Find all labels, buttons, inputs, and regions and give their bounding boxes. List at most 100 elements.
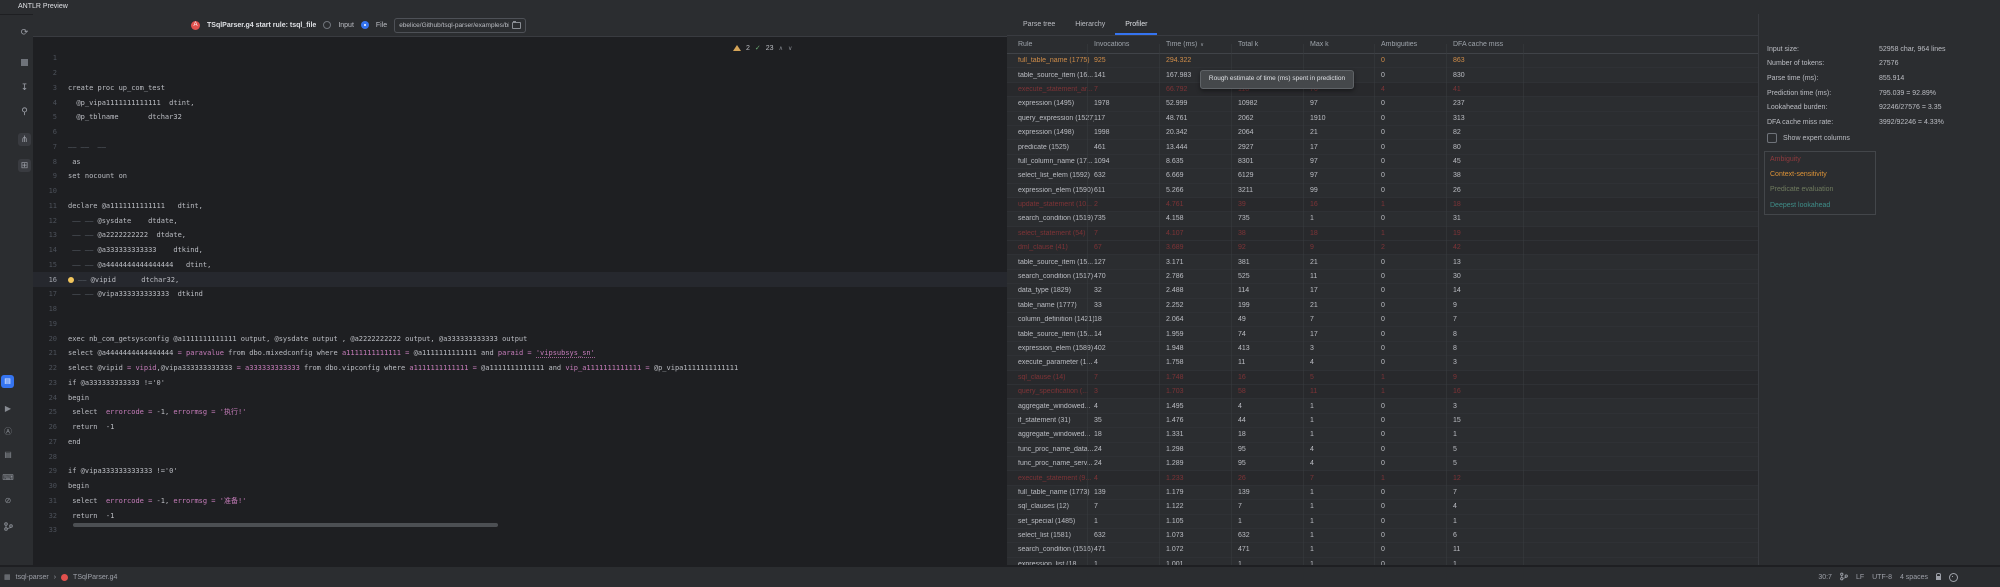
- hierarchy-toggle-icon[interactable]: ⋔: [18, 133, 31, 146]
- editor-line[interactable]: 26 return -1: [33, 420, 1007, 435]
- line-content[interactable]: —— —— @a4444444444444444 dtint,: [61, 261, 211, 269]
- profiler-row[interactable]: select_list_elem (1592)6326.669612997038: [1007, 169, 1758, 183]
- column-header-invocations[interactable]: Invocations: [1094, 41, 1166, 48]
- scroll-to-source-icon[interactable]: ↧: [18, 81, 31, 94]
- profiler-row[interactable]: select_statement (54)74.1073818119: [1007, 227, 1758, 241]
- profiler-row[interactable]: table_name (1777)332.2521992109: [1007, 299, 1758, 313]
- editor-line[interactable]: 23if @a333333333333 !='0': [33, 376, 1007, 391]
- profiler-row[interactable]: expression_list (18...11.0011101: [1007, 558, 1758, 565]
- file-radio[interactable]: [361, 21, 369, 29]
- folder-icon[interactable]: [512, 22, 521, 29]
- line-content[interactable]: select errorcode = -1, errormsg = '准备!': [61, 496, 246, 506]
- show-expert-columns-row[interactable]: Show expert columns: [1767, 133, 1850, 143]
- line-content[interactable]: —— @vipid dtchar32,: [61, 276, 179, 284]
- line-content[interactable]: if @a333333333333 !='0': [61, 379, 165, 387]
- editor-line[interactable]: 1: [33, 51, 1007, 66]
- profiler-row[interactable]: aggregate_windowed...181.33118101: [1007, 428, 1758, 442]
- line-content[interactable]: begin: [61, 394, 89, 402]
- problems-icon[interactable]: ⊘: [0, 495, 16, 507]
- column-header-dfa-cache-miss[interactable]: DFA cache miss: [1453, 41, 1758, 48]
- terminal-icon[interactable]: ⌨: [0, 472, 16, 484]
- editor-line[interactable]: 4 @p_vipa1111111111111 dtint,: [33, 95, 1007, 110]
- line-content[interactable]: exec nb_com_getsysconfig @a1111111111111…: [61, 335, 527, 343]
- profiler-row[interactable]: if_statement (31)351.476441015: [1007, 414, 1758, 428]
- lock-icon[interactable]: [1936, 576, 1941, 580]
- line-content[interactable]: end: [61, 438, 81, 446]
- line-content[interactable]: create proc up_com_test: [61, 84, 165, 92]
- profiler-row[interactable]: table_source_item (16...141167.9830830: [1007, 68, 1758, 82]
- input-radio[interactable]: [323, 21, 331, 29]
- profiler-row[interactable]: full_column_name (17...10948.63583019704…: [1007, 155, 1758, 169]
- line-content[interactable]: —— —— ——: [61, 143, 106, 151]
- editor-line[interactable]: 30begin: [33, 479, 1007, 494]
- caret-position[interactable]: 30:7: [1818, 574, 1832, 581]
- profiler-row[interactable]: execute_parameter (1...41.75811403: [1007, 356, 1758, 370]
- profiler-row[interactable]: func_proc_name_data...241.29895405: [1007, 443, 1758, 457]
- editor-line[interactable]: 27end: [33, 435, 1007, 450]
- profiler-row[interactable]: expression (1498)199820.342206421082: [1007, 126, 1758, 140]
- refresh-icon[interactable]: ⟳: [18, 26, 31, 39]
- line-content[interactable]: @p_tblname dtchar32: [61, 113, 182, 121]
- profiler-row[interactable]: full_table_name (1773)1391.179139107: [1007, 486, 1758, 500]
- structure-toggle-icon[interactable]: ⊞: [18, 159, 31, 172]
- zoom-icon[interactable]: ⚲: [18, 105, 31, 118]
- editor-line[interactable]: 24begin: [33, 390, 1007, 405]
- editor-line[interactable]: 25 select errorcode = -1, errormsg = '执行…: [33, 405, 1007, 420]
- indent-indicator[interactable]: 4 spaces: [1900, 574, 1928, 581]
- editor-line[interactable]: 7—— —— ——: [33, 140, 1007, 155]
- line-content[interactable]: @p_vipa1111111111111 dtint,: [61, 99, 194, 107]
- file-path-value[interactable]: ebelice/Github/tsql-parser/examples/big.…: [399, 22, 509, 29]
- intention-bulb-icon[interactable]: [68, 277, 74, 283]
- profiler-row[interactable]: expression_elem (1589)4021.948413308: [1007, 342, 1758, 356]
- antlr-preview-active-icon[interactable]: ▤: [1, 375, 14, 388]
- code-editor[interactable]: 2 ✓ 23 ∧ ∨ 123create proc up_com_test4 @…: [33, 37, 1008, 565]
- line-content[interactable]: —— —— @a333333333333 dtkind,: [61, 246, 203, 254]
- profiler-row[interactable]: column_definition (1421)182.06449707: [1007, 313, 1758, 327]
- line-content[interactable]: set nocount on: [61, 172, 127, 180]
- file-radio-label[interactable]: File: [376, 22, 387, 29]
- line-content[interactable]: —— —— @a2222222222 dtdate,: [61, 231, 186, 239]
- antlr-tool-icon[interactable]: Ⓐ: [0, 426, 16, 438]
- expert-columns-label[interactable]: Show expert columns: [1783, 135, 1850, 142]
- editor-line[interactable]: 2: [33, 66, 1007, 81]
- editor-line[interactable]: 9set nocount on: [33, 169, 1007, 184]
- line-ending-indicator[interactable]: LF: [1856, 574, 1864, 581]
- profiler-row[interactable]: search_condition (1517)4702.78652511030: [1007, 270, 1758, 284]
- editor-line[interactable]: 29if @vipa333333333333 !='0': [33, 464, 1007, 479]
- profiler-row[interactable]: func_proc_name_serv...241.28995405: [1007, 457, 1758, 471]
- line-content[interactable]: select @vipid = vipid,@vipa333333333333 …: [61, 364, 738, 372]
- editor-line[interactable]: 22select @vipid = vipid,@vipa33333333333…: [33, 361, 1007, 376]
- editor-line[interactable]: 3create proc up_com_test: [33, 81, 1007, 96]
- profiler-row[interactable]: predicate (1525)46113.444292717080: [1007, 140, 1758, 154]
- input-radio-label[interactable]: Input: [338, 22, 354, 29]
- line-content[interactable]: select errorcode = -1, errormsg = '执行!': [61, 407, 246, 417]
- editor-line[interactable]: 16—— @vipid dtchar32,: [33, 272, 1007, 287]
- profiler-row[interactable]: table_source_item (15...141.959741708: [1007, 327, 1758, 341]
- line-content[interactable]: —— —— @sysdate dtdate,: [61, 217, 178, 225]
- editor-line[interactable]: 12 —— —— @sysdate dtdate,: [33, 213, 1007, 228]
- profiler-row[interactable]: execute_statement_ar...766.79211876441: [1007, 83, 1758, 97]
- file-path-field[interactable]: ebelice/Github/tsql-parser/examples/big.…: [394, 18, 526, 33]
- profiler-row[interactable]: sql_clause (14)71.74816519: [1007, 371, 1758, 385]
- expert-columns-checkbox[interactable]: [1767, 133, 1777, 143]
- line-content[interactable]: return -1: [61, 512, 114, 520]
- editor-line[interactable]: 5 @p_tblname dtchar32: [33, 110, 1007, 125]
- branch-glyph-icon[interactable]: [1840, 572, 1848, 583]
- line-content[interactable]: select @a4444444444444444 = paravalue fr…: [61, 349, 595, 357]
- profiler-row[interactable]: data_type (1829)322.48811417014: [1007, 284, 1758, 298]
- encoding-indicator[interactable]: UTF-8: [1872, 574, 1892, 581]
- breadcrumb-file[interactable]: TSqlParser.g4: [73, 574, 117, 581]
- editor-line[interactable]: 13 —— —— @a2222222222 dtdate,: [33, 228, 1007, 243]
- run-icon[interactable]: ▶: [0, 403, 16, 415]
- stop-icon[interactable]: [18, 56, 31, 69]
- editor-line[interactable]: 8 as: [33, 154, 1007, 169]
- profiler-row[interactable]: execute_statement (9...41.233267112: [1007, 471, 1758, 485]
- line-content[interactable]: declare @a1111111111111 dtint,: [61, 202, 203, 210]
- editor-line[interactable]: 19: [33, 317, 1007, 332]
- editor-line[interactable]: 10: [33, 184, 1007, 199]
- editor-line[interactable]: 31 select errorcode = -1, errormsg = '准备…: [33, 494, 1007, 509]
- editor-line[interactable]: 6: [33, 125, 1007, 140]
- editor-line[interactable]: 11declare @a1111111111111 dtint,: [33, 199, 1007, 214]
- line-content[interactable]: —— —— @vipa333333333333 dtkind: [61, 290, 203, 298]
- tab-hierarchy[interactable]: Hierarchy: [1065, 14, 1115, 35]
